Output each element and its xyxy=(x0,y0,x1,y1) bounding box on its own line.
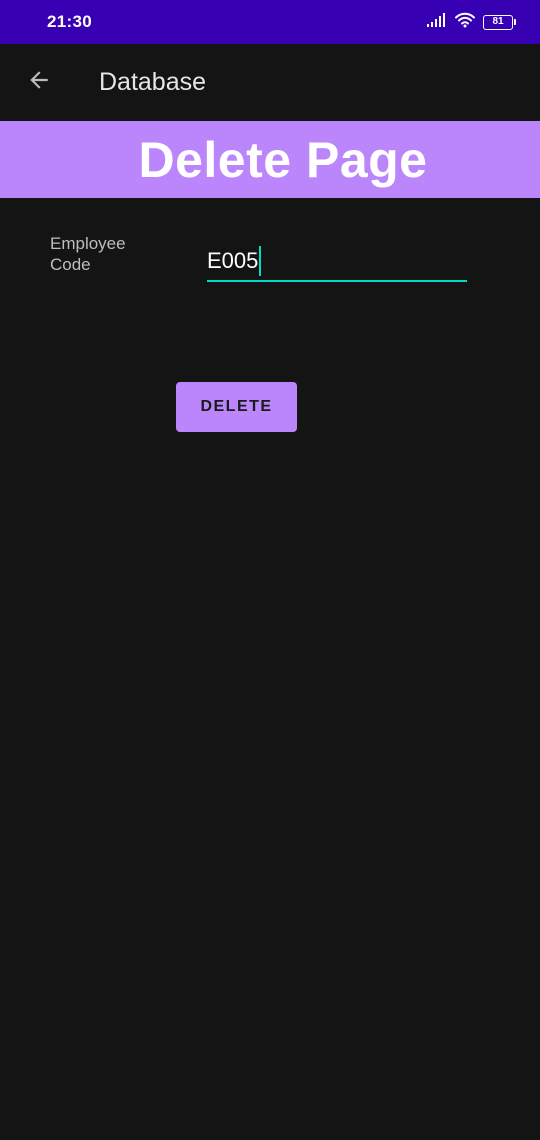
wifi-icon xyxy=(455,12,475,33)
screen: 21:30 81 Database Delete Page Employee C… xyxy=(0,0,540,1140)
battery-level: 81 xyxy=(483,14,513,30)
back-button[interactable] xyxy=(11,55,67,111)
battery-icon: 81 xyxy=(483,14,516,30)
app-title: Database xyxy=(99,68,207,96)
page-banner: Delete Page xyxy=(0,121,540,198)
page-title: Delete Page xyxy=(138,131,428,188)
app-bar: Database xyxy=(0,44,540,121)
arrow-back-icon xyxy=(26,67,52,98)
signal-icon xyxy=(427,12,447,32)
status-time: 21:30 xyxy=(47,12,92,31)
employee-code-label: Employee Code xyxy=(50,234,126,274)
status-icons: 81 xyxy=(427,12,516,33)
delete-button[interactable]: DELETE xyxy=(176,382,297,432)
status-bar: 21:30 81 xyxy=(0,0,540,44)
text-cursor xyxy=(259,246,261,276)
employee-code-field xyxy=(207,242,467,284)
employee-code-input[interactable] xyxy=(207,242,467,280)
input-underline xyxy=(207,280,467,282)
